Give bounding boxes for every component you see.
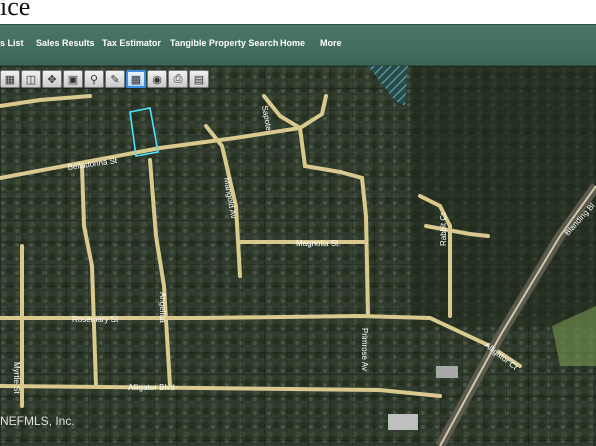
mls-watermark: NEFMLS, Inc. — [0, 414, 75, 428]
label-myrtle: Myrtle St — [12, 362, 21, 394]
label-angelica: Angelica — [158, 292, 167, 323]
zoom-icon[interactable]: ⚲ — [84, 70, 104, 88]
parcel-icon[interactable]: ▣ — [63, 70, 83, 88]
label-alligator-blvd: Alligator Blvd — [128, 383, 175, 392]
nav-item-sales-results[interactable]: Sales Results — [36, 38, 95, 48]
nav-item-list[interactable]: s List — [0, 38, 24, 48]
nav-item-tangible-property-search[interactable]: Tangible Property Search — [170, 38, 278, 48]
layers-icon[interactable]: ▦ — [0, 70, 20, 88]
binoculars-icon[interactable]: ◉ — [147, 70, 167, 88]
nav-item-more[interactable]: More — [320, 38, 342, 48]
map-icon[interactable]: ◫ — [21, 70, 41, 88]
map-toolbar: ▦ ◫ ✥ ▣ ⚲ ✎ ▩ ◉ ⎙ ▤ — [0, 70, 209, 90]
print-icon[interactable]: ⎙ — [168, 70, 188, 88]
label-rosemary: Rosemary St — [72, 315, 119, 324]
label-magnolia: Magnolia St — [296, 239, 339, 248]
aerial-map[interactable]: Belladonna St Sapote Mangold Av Magnolia… — [0, 66, 596, 446]
map-view[interactable]: Belladonna St Sapote Mangold Av Magnolia… — [0, 66, 596, 446]
select-icon[interactable]: ▩ — [126, 70, 146, 88]
pan-icon[interactable]: ✥ — [42, 70, 62, 88]
main-nav: s List Sales Results Tax Estimator Tangi… — [0, 24, 596, 67]
building — [388, 414, 418, 430]
label-rabbit: Rabbit Ct — [439, 212, 448, 246]
forest-area — [410, 66, 596, 326]
draw-icon[interactable]: ✎ — [105, 70, 125, 88]
nav-item-tax-estimator[interactable]: Tax Estimator — [102, 38, 161, 48]
site-title: ice — [0, 0, 31, 21]
label-primrose: Primrose Av — [360, 328, 369, 371]
nav-item-home[interactable]: Home — [280, 38, 305, 48]
save-icon[interactable]: ▤ — [189, 70, 209, 88]
building — [436, 366, 458, 378]
top-bar: ice — [0, 0, 596, 24]
